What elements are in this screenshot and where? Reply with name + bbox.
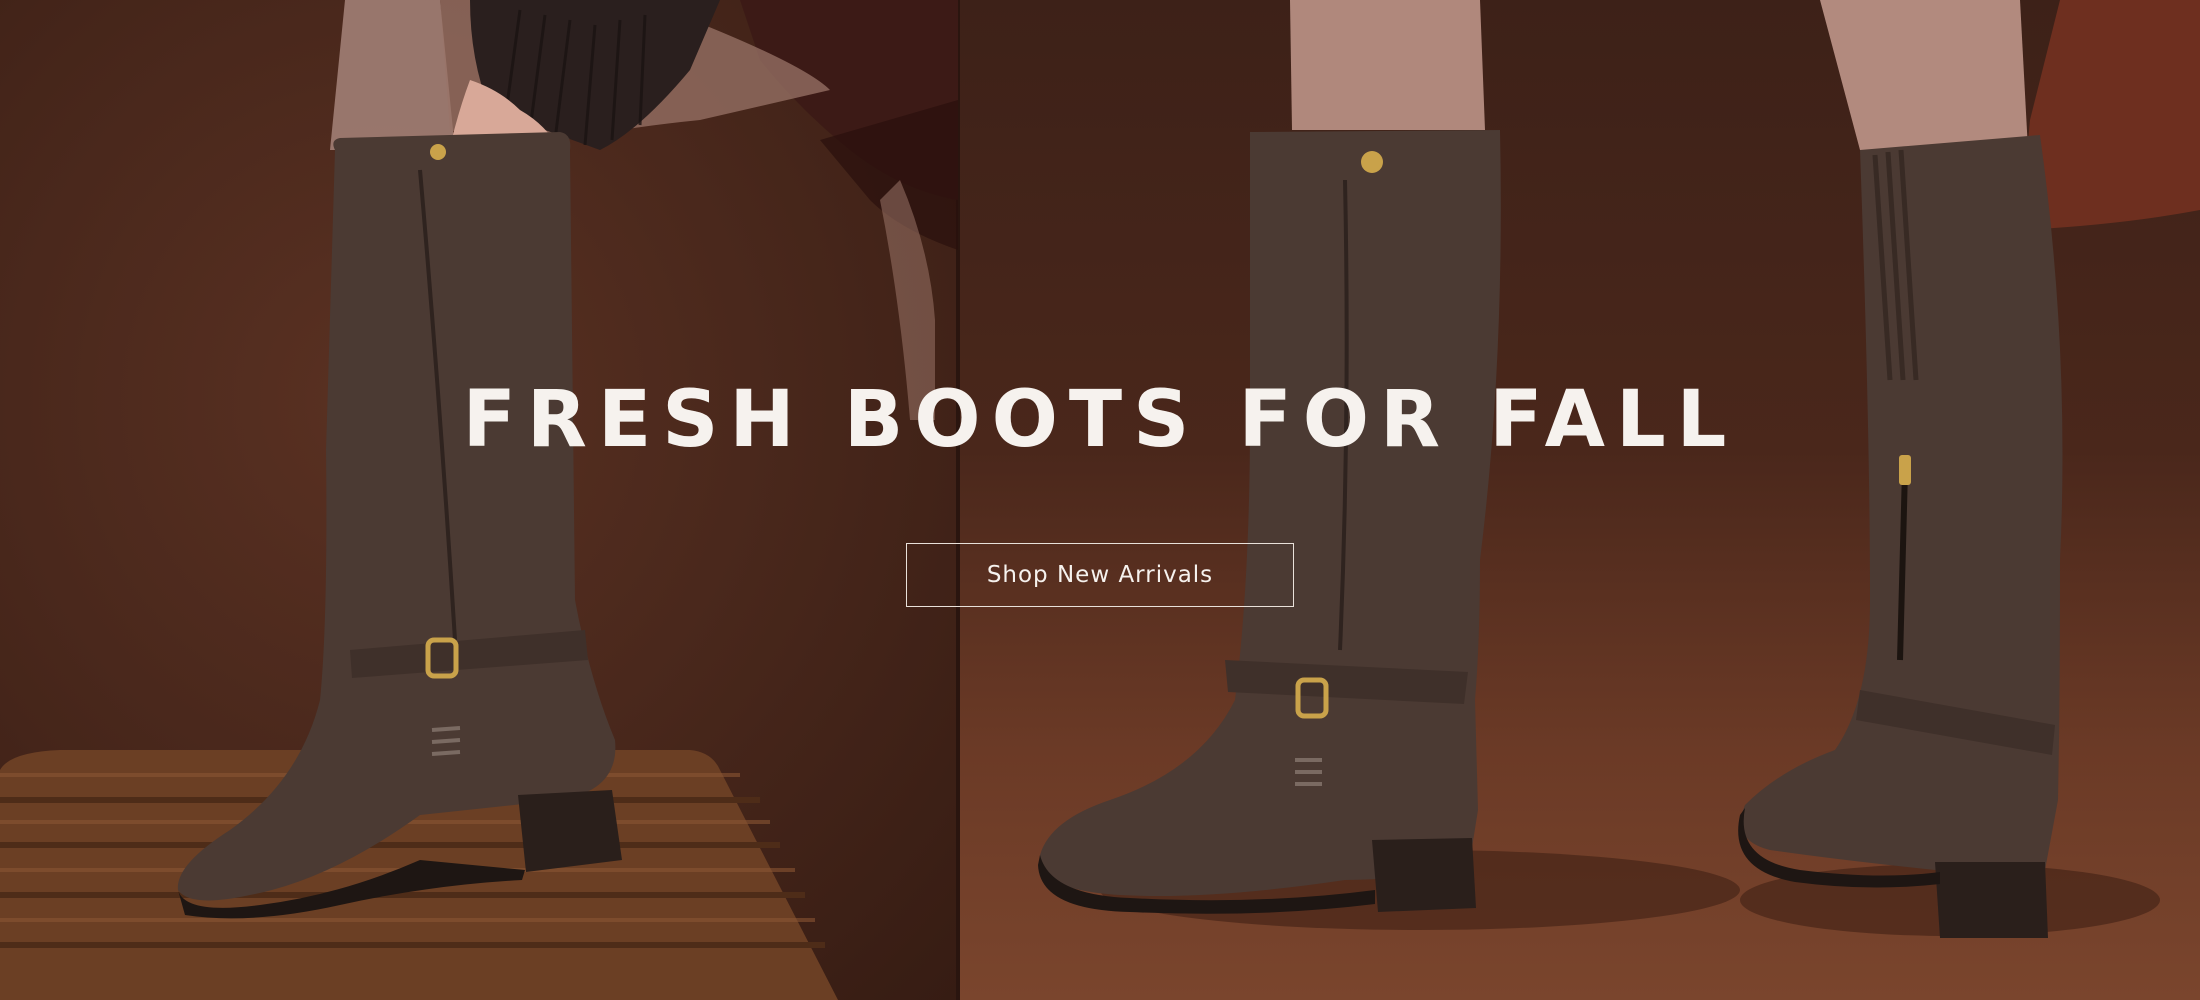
boots-photo	[0, 0, 2200, 1000]
hero-headline: FRESH BOOTS FOR FALL	[462, 375, 1738, 465]
right-boot	[1738, 135, 2063, 938]
middle-boot	[1038, 130, 1501, 914]
leg-right	[1820, 0, 2028, 150]
leg-middle	[1290, 0, 1485, 130]
shop-new-arrivals-button[interactable]: Shop New Arrivals	[906, 543, 1294, 607]
hero-banner[interactable]: FRESH BOOTS FOR FALL Shop New Arrivals	[0, 0, 2200, 1000]
